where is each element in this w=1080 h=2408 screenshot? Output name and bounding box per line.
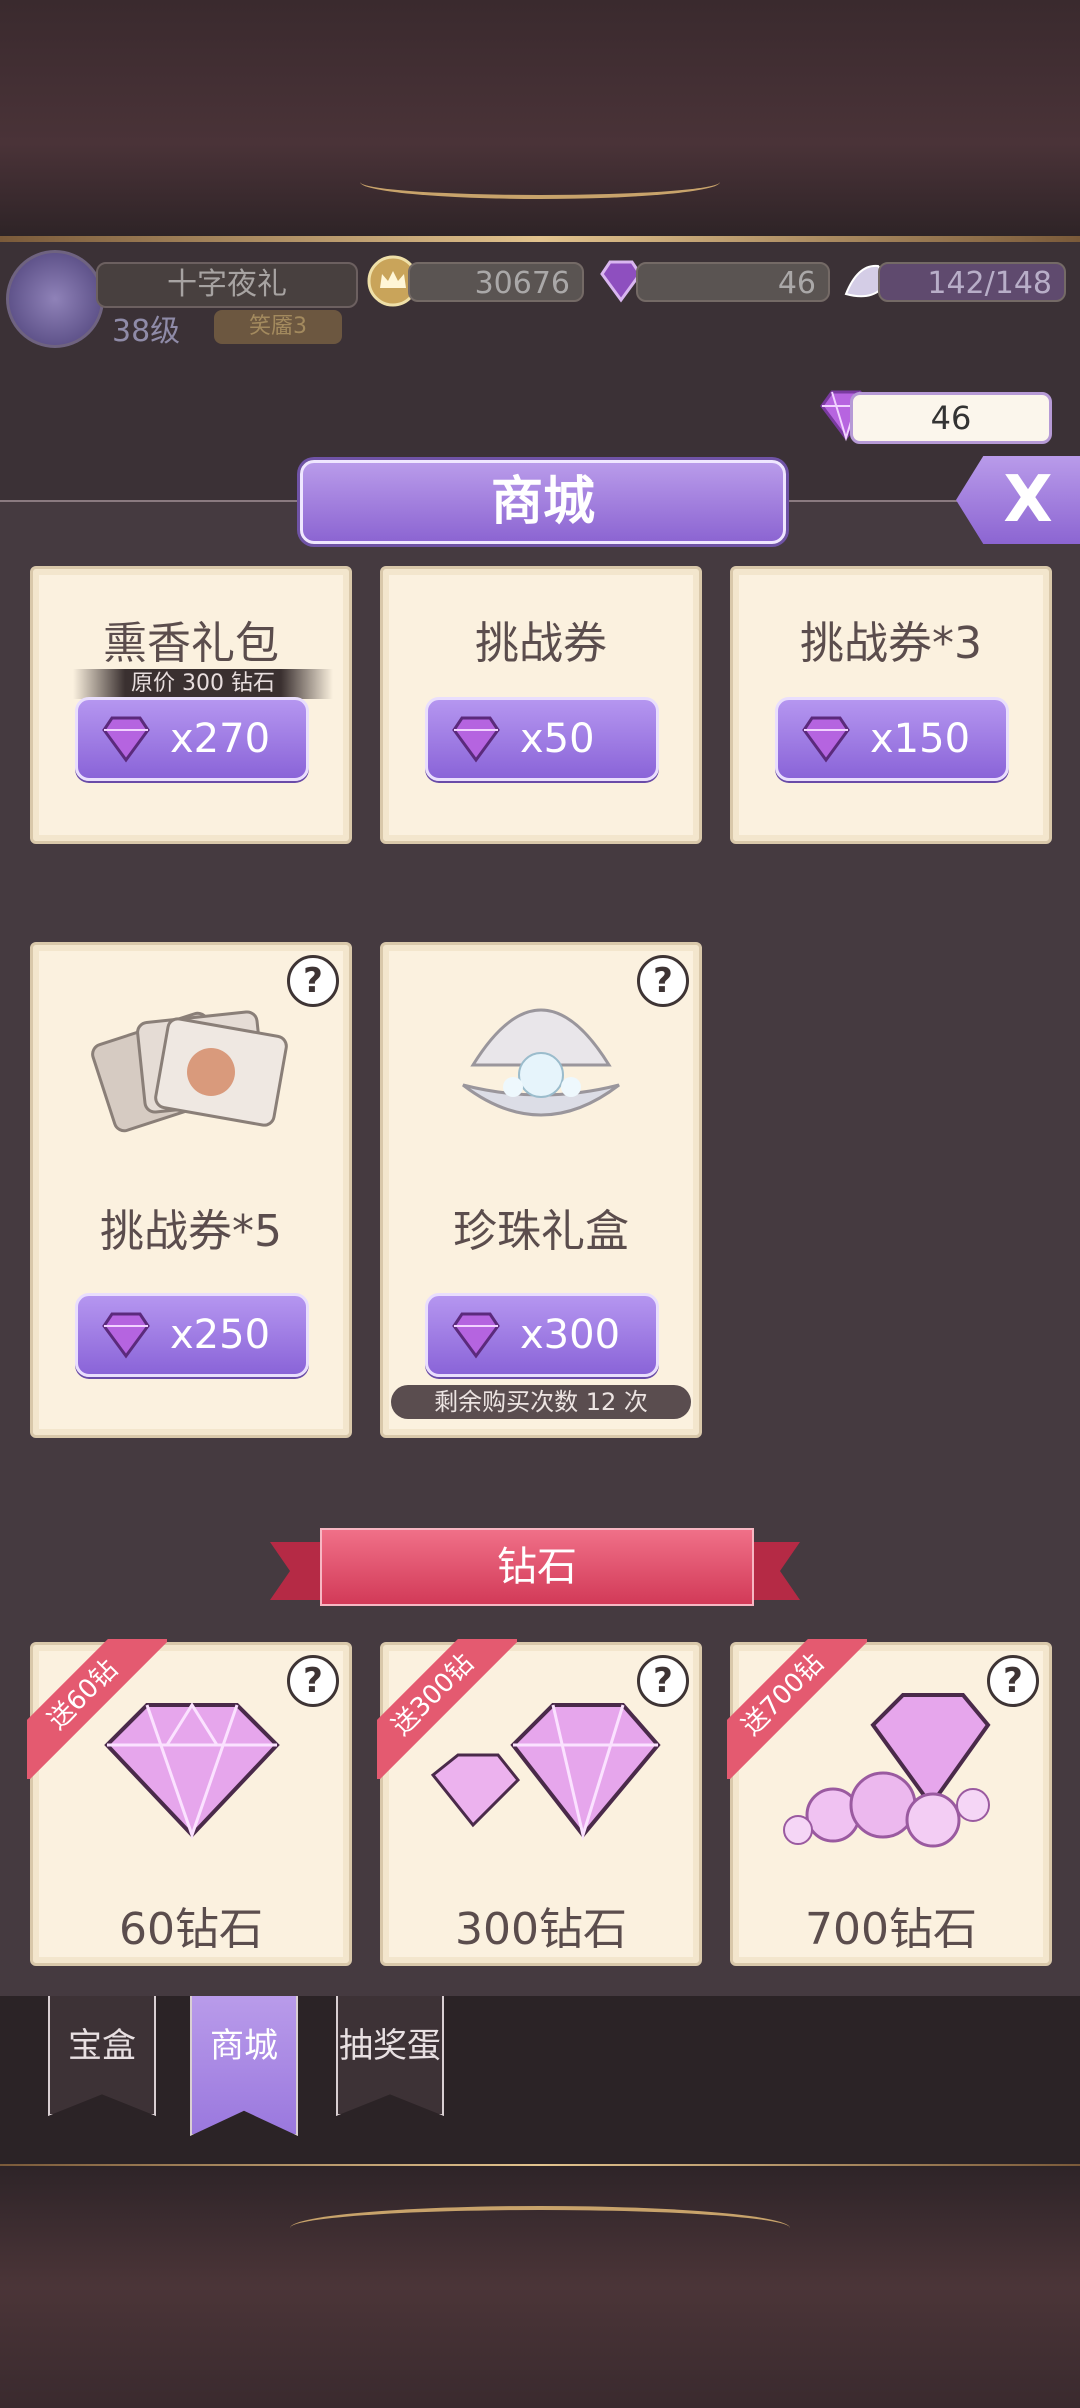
buy-button[interactable]: x50	[425, 697, 659, 781]
diamond-icon	[102, 1312, 150, 1359]
item-name: 挑战券*5	[100, 1206, 282, 1257]
diamond-section-banner: 钻石	[270, 1528, 800, 1606]
tab-bar	[0, 1996, 1080, 2166]
buy-button[interactable]: x270	[75, 697, 309, 781]
price-value: x50	[520, 716, 595, 762]
pack-label: 60钻石	[119, 1904, 263, 1955]
item-name: 珍珠礼盒	[453, 1206, 629, 1257]
bottom-decorative-band	[0, 2166, 1080, 2408]
top-decorative-band	[0, 0, 1080, 240]
stamina-counter: 142/148	[878, 262, 1066, 302]
player-avatar[interactable]	[6, 250, 104, 348]
shop-item-card[interactable]: ? 挑战券*5 x250	[30, 942, 352, 1438]
diamond-icon	[102, 716, 150, 763]
shop-item-card[interactable]: 熏香礼包 原价 300 钻石 x270	[30, 566, 352, 844]
gold-counter: 30676	[408, 262, 584, 302]
gold-flourish-ornament	[360, 165, 720, 199]
help-icon[interactable]: ?	[287, 955, 339, 1007]
diamond-counter: 46	[636, 262, 830, 302]
pearl-shell-icon	[462, 1008, 620, 1117]
item-name: 挑战券*3	[800, 618, 982, 669]
diamond-gem-icon	[104, 1702, 280, 1840]
status-badge: 笑靥3	[214, 310, 342, 344]
buy-button[interactable]: x250	[75, 1293, 309, 1377]
shop-item-card[interactable]: 挑战券 x50	[380, 566, 702, 844]
diamond-pack-card[interactable]: 送700钻 ? 700钻石	[727, 1639, 1052, 1966]
diamond-pack-card[interactable]: 送300钻 ? 300钻石	[377, 1639, 702, 1966]
price-value: x270	[170, 716, 271, 762]
diamond-pile-icon	[783, 1693, 991, 1848]
diamond-icon	[452, 716, 500, 763]
item-name: 挑战券	[475, 618, 607, 669]
price-value: x300	[520, 1312, 621, 1358]
diamond-pack-card[interactable]: 送60钻 ? 60钻石	[27, 1639, 352, 1966]
buy-button[interactable]: x150	[775, 697, 1009, 781]
player-level: 38级	[112, 314, 181, 349]
diamond-gems-icon	[430, 1703, 661, 1841]
buy-button[interactable]: x300	[425, 1293, 659, 1377]
shop-item-card[interactable]: ? 珍珠礼盒 x300 剩余购买次数 12 次	[380, 942, 702, 1438]
price-value: x150	[870, 716, 971, 762]
remaining-purchases: 剩余购买次数 12 次	[391, 1385, 691, 1419]
player-name: 十字夜礼	[96, 262, 358, 308]
help-icon[interactable]: ?	[637, 955, 689, 1007]
pack-label: 300钻石	[455, 1904, 627, 1955]
diamond-balance: 46	[850, 392, 1052, 444]
original-price: 原价 300 钻石	[73, 669, 333, 699]
shop-item-card[interactable]: 挑战券*3 x150	[730, 566, 1052, 844]
gold-divider	[0, 236, 1080, 242]
pack-label: 700钻石	[805, 1904, 977, 1955]
item-name: 熏香礼包	[103, 618, 279, 669]
price-value: x250	[170, 1312, 271, 1358]
diamond-icon	[802, 716, 850, 763]
diamond-icon	[452, 1312, 500, 1359]
ticket-stack-icon	[91, 1010, 288, 1133]
shop-title: 商城	[300, 460, 786, 544]
gold-flourish-ornament	[290, 2206, 790, 2250]
help-icon[interactable]: ?	[287, 1655, 339, 1707]
diamond-section-title: 钻石	[320, 1528, 754, 1606]
